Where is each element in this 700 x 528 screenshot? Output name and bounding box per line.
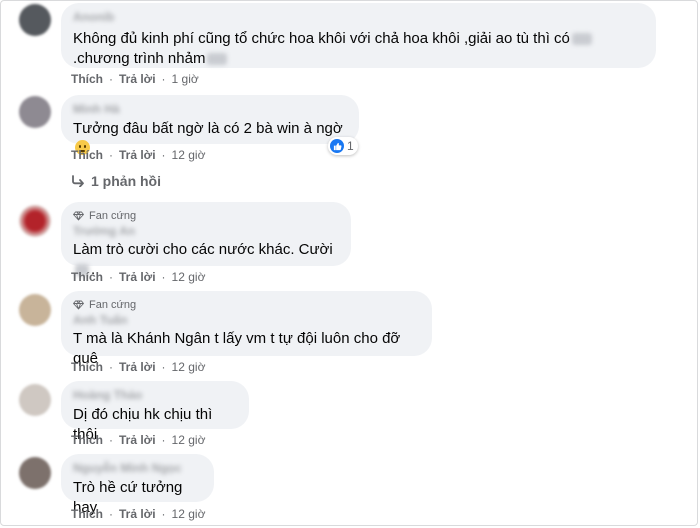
diamond-icon: [73, 300, 84, 310]
comment-bubble: Fan cứng Trường An Làm trò cười cho các …: [61, 202, 351, 278]
reply-link[interactable]: Trả lời: [119, 72, 156, 86]
comment-text: Không đủ kinh phí cũng tổ chức hoa khôi …: [73, 29, 644, 69]
reply-link[interactable]: Trả lời: [119, 433, 156, 447]
commenter-name[interactable]: Anh Tuấn: [73, 313, 420, 327]
badge-label: Fan cứng: [89, 299, 137, 311]
comment-bubble: Nguyễn Minh Ngọc Trò hề cứ tưởng hay: [61, 454, 214, 516]
comment-actions: Thích · Trả lời · 1 giờ: [71, 72, 199, 86]
fan-badge[interactable]: Fan cứng: [73, 298, 420, 312]
comment-bubble: Fan cứng Anh Tuấn T mà là Khánh Ngân t l…: [61, 291, 432, 367]
like-link[interactable]: Thích: [71, 72, 103, 86]
timestamp[interactable]: 12 giờ: [172, 433, 206, 447]
timestamp[interactable]: 12 giờ: [172, 148, 206, 162]
reply-link[interactable]: Trả lời: [119, 148, 156, 162]
diamond-icon: [73, 211, 84, 221]
like-reaction-icon: [330, 139, 344, 153]
reaction-summary[interactable]: 1: [328, 137, 358, 155]
avatar[interactable]: [19, 205, 51, 237]
timestamp[interactable]: 12 giờ: [172, 270, 206, 284]
like-link[interactable]: Thích: [71, 507, 103, 521]
censored-word: [571, 33, 592, 46]
commenter-name[interactable]: Anonib: [73, 10, 644, 24]
comment-actions: Thích · Trả lời · 12 giờ: [71, 270, 206, 284]
timestamp[interactable]: 1 giờ: [172, 72, 199, 86]
comment-actions: Thích · Trả lời · 12 giờ: [71, 148, 206, 162]
reply-link[interactable]: Trả lời: [119, 360, 156, 374]
avatar[interactable]: [19, 294, 51, 326]
reply-link[interactable]: Trả lời: [119, 270, 156, 284]
timestamp[interactable]: 12 giờ: [172, 507, 206, 521]
comment-bubble: Minh Hà Tưởng đâu bất ngờ là có 2 bà win…: [61, 95, 359, 155]
commenter-name[interactable]: Trường An: [73, 224, 339, 238]
view-replies-link[interactable]: 1 phản hồi: [71, 173, 161, 189]
avatar[interactable]: [19, 96, 51, 128]
comment-actions: Thích · Trả lời · 12 giờ: [71, 507, 206, 521]
replies-count-label: 1 phản hồi: [91, 173, 161, 189]
avatar[interactable]: [19, 4, 51, 36]
comment-actions: Thích · Trả lời · 12 giờ: [71, 360, 206, 374]
commenter-name[interactable]: Minh Hà: [73, 102, 347, 116]
like-link[interactable]: Thích: [71, 433, 103, 447]
like-link[interactable]: Thích: [71, 360, 103, 374]
avatar[interactable]: [19, 457, 51, 489]
commenter-name[interactable]: Nguyễn Minh Ngọc: [73, 461, 202, 475]
commenter-name[interactable]: Hoàng Thảo: [73, 388, 237, 402]
like-link[interactable]: Thích: [71, 148, 103, 162]
avatar[interactable]: [19, 384, 51, 416]
reply-arrow-icon: [72, 175, 84, 187]
censored-word: [207, 53, 228, 66]
comment-actions: Thích · Trả lời · 12 giờ: [71, 433, 206, 447]
fan-badge[interactable]: Fan cứng: [73, 209, 339, 223]
comment-bubble: Hoàng Thảo Dị đó chịu hk chịu thì thôi: [61, 381, 249, 443]
like-link[interactable]: Thích: [71, 270, 103, 284]
comment-bubble: Anonib Không đủ kinh phí cũng tổ chức ho…: [61, 3, 656, 68]
reply-link[interactable]: Trả lời: [119, 507, 156, 521]
badge-label: Fan cứng: [89, 210, 137, 222]
timestamp[interactable]: 12 giờ: [172, 360, 206, 374]
reaction-count: 1: [347, 139, 354, 153]
